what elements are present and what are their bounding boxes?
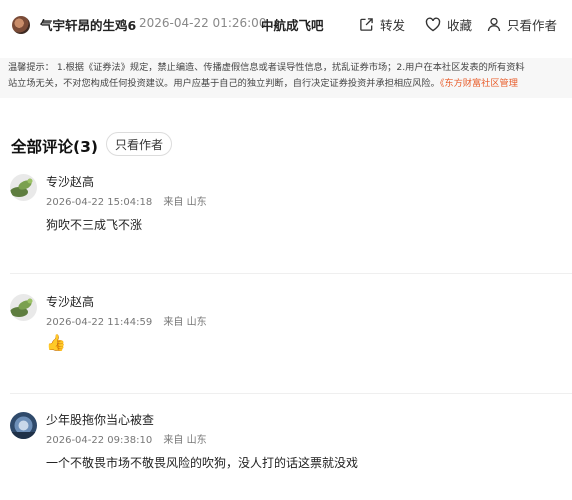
user-icon [487,17,501,31]
commenter-avatar[interactable] [10,174,37,201]
comment-text: 一个不敬畏市场不敬畏风险的吹狗，没人打的话这票就没戏 [46,456,359,470]
comment-text: 狗吹不三成飞不涨 [46,218,143,232]
commenter-name[interactable]: 专沙赵高 [46,293,94,310]
share-label: 转发 [380,17,406,33]
share-button[interactable]: 转发 [359,14,405,34]
comment-time: 2026-04-22 15:04:18 [46,197,153,208]
comment-divider [10,393,572,394]
commenter-name[interactable]: 少年股拖你当心被查 [46,411,154,428]
heart-icon [425,16,441,31]
comments-title: 全部评论(3) [11,138,98,156]
comment-text: 👍 [46,333,66,352]
comment-location: 来自 山东 [163,197,207,208]
post-author[interactable]: 气宇轩昂的生鸡6 [40,15,136,34]
comment-item: 专沙赵高 2026-04-22 15:04:18 来自 山东 狗吹不三成飞不涨 [0,173,572,283]
comment-divider [10,273,572,274]
share-icon [360,17,373,31]
commenter-avatar[interactable] [10,294,37,321]
comment-time: 2026-04-22 09:38:10 [46,435,153,446]
post-time: 2026-04-22 01:26:00 [139,16,267,30]
forum-name[interactable]: 中航成飞吧 [261,15,324,34]
comments-section: 全部评论(3) 只看作者 专沙赵高 2026-04-22 15:04:18 来自… [0,108,572,500]
favorite-label: 收藏 [447,17,473,33]
disclaimer-notice: 温馨提示： 1.根据《证券法》规定，禁止编造、传播虚假信息或者误导性信息，扰乱证… [0,58,572,98]
comment-item: 专沙赵高 2026-04-22 11:44:59 来自 山东 👍 [0,293,572,403]
favorite-button[interactable]: 收藏 [425,14,472,34]
comment-meta: 2026-04-22 09:38:10 来自 山东 [46,431,215,446]
commenter-name[interactable]: 专沙赵高 [46,173,94,190]
comment-time: 2026-04-22 11:44:59 [46,317,153,328]
author-only-filter-button[interactable]: 只看作者 [106,132,172,156]
author-avatar[interactable] [12,16,30,34]
comment-meta: 2026-04-22 15:04:18 来自 山东 [46,193,215,208]
comment-meta: 2026-04-22 11:44:59 来自 山东 [46,313,215,328]
community-rules-link[interactable]: 《东方财富社区管理 [440,78,518,89]
comment-location: 来自 山东 [163,435,207,446]
author-only-button[interactable]: 只看作者 [487,14,557,34]
comment-item: 少年股拖你当心被查 2026-04-22 09:38:10 来自 山东 一个不敬… [0,411,572,500]
commenter-avatar[interactable] [10,412,37,439]
author-only-label: 只看作者 [507,17,558,33]
notice-text: 站立场无关，不对您构成任何投资建议。用户应基于自己的独立判断，自行决定证券投资并… [8,78,440,89]
notice-line-2: 站立场无关，不对您构成任何投资建议。用户应基于自己的独立判断，自行决定证券投资并… [8,77,518,90]
post-header: 气宇轩昂的生鸡6 2026-04-22 01:26:00 中航成飞吧 转发 收藏… [0,0,572,50]
comment-location: 来自 山东 [163,317,207,328]
notice-line-1: 温馨提示： 1.根据《证券法》规定，禁止编造、传播虚假信息或者误导性信息，扰乱证… [8,62,525,73]
